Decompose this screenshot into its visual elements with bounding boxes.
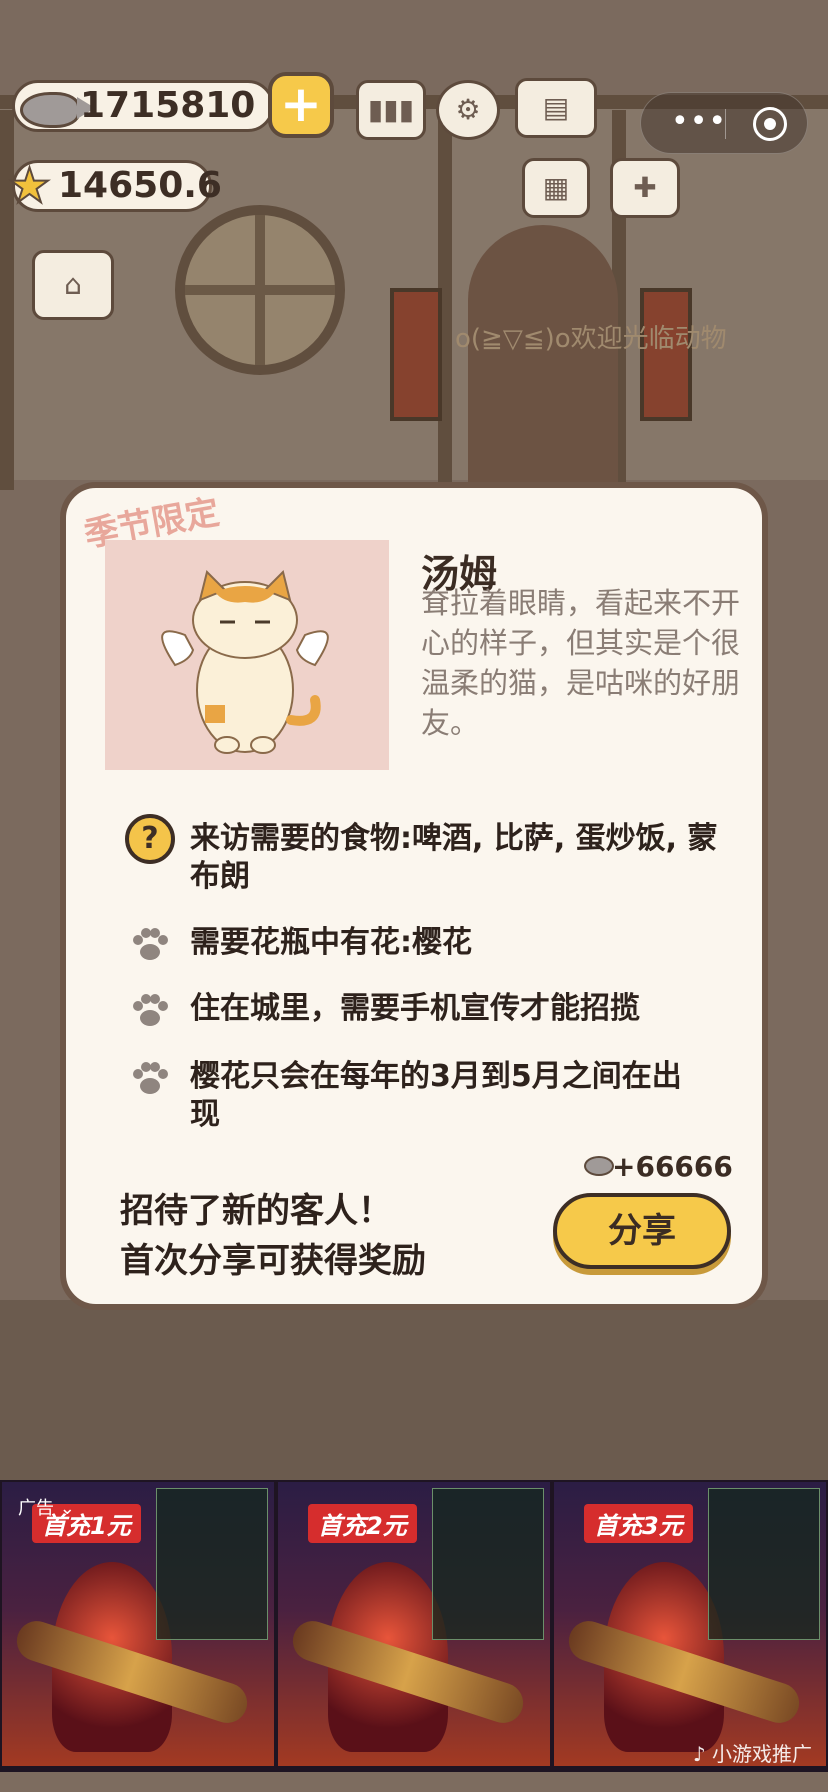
ad-source: ♪ 小游戏推广: [693, 1738, 812, 1767]
capsule-divider: [725, 109, 726, 139]
ad-badge: 首充3元: [584, 1504, 693, 1543]
cat-description: 耷拉着眼睛，看起来不开心的样子，但其实是个很温柔的猫，是咕咪的好朋友。: [421, 586, 741, 740]
settings-gear-icon[interactable]: ⚙: [436, 80, 500, 140]
fish-amount: 1715810: [80, 85, 256, 126]
ad-stats-panel: [156, 1488, 268, 1640]
share-button[interactable]: 分享: [553, 1193, 731, 1269]
chevron-down-icon: ⌄: [59, 1498, 75, 1519]
more-dots-icon[interactable]: •••: [671, 107, 727, 137]
star-amount: 14650.6: [58, 165, 222, 206]
mini-program-capsule: •••: [640, 92, 808, 154]
ad-source-text: 小游戏推广: [712, 1742, 812, 1766]
shop-icon[interactable]: ⌂: [32, 250, 114, 320]
catbook-icon[interactable]: ▤: [515, 78, 597, 138]
reward-fish-icon: [584, 1156, 614, 1176]
tiktok-icon: ♪: [692, 1742, 706, 1766]
gamepad-icon[interactable]: ✚: [610, 158, 680, 218]
condition-city: 住在城里，需要手机宣传才能招揽: [190, 991, 640, 1026]
bottom-strip: [0, 1772, 828, 1792]
share-message-title: 招待了新的客人！: [120, 1191, 392, 1231]
ad-card[interactable]: 首充1元: [2, 1482, 274, 1766]
ad-label[interactable]: 广告 ⌄: [18, 1494, 75, 1520]
paw-icon: [133, 994, 168, 1026]
target-close-icon[interactable]: [753, 107, 787, 141]
condition-vase: 需要花瓶中有花:樱花: [190, 925, 472, 960]
reward-amount: +66666: [612, 1150, 733, 1183]
condition-food: 来访需要的食物:啤酒, 比萨, 蛋炒饭, 蒙布朗: [190, 821, 718, 894]
fish-icon: [20, 92, 95, 128]
ad-card[interactable]: 首充2元: [278, 1482, 550, 1766]
question-icon: ?: [125, 814, 175, 864]
star-icon: ★: [7, 158, 52, 214]
condition-season: 樱花只会在每年的3月到5月之间在出现: [190, 1059, 682, 1132]
ad-card[interactable]: 首充3元: [554, 1482, 826, 1766]
ad-stats-panel: [432, 1488, 544, 1640]
share-message-subtitle: 首次分享可获得奖励: [120, 1241, 426, 1281]
ad-badge: 首充2元: [308, 1504, 417, 1543]
cat-illustration-icon: [161, 570, 329, 754]
ad-label-text: 广告: [18, 1498, 54, 1519]
newspaper-icon[interactable]: ▦: [522, 158, 590, 218]
ad-stats-panel: [708, 1488, 820, 1640]
add-fish-button[interactable]: +: [268, 72, 334, 138]
ranking-podium-icon[interactable]: ▮▮▮: [356, 80, 426, 140]
paw-icon: [133, 1062, 168, 1094]
cat-portrait: [105, 540, 389, 770]
paw-icon: [133, 928, 168, 960]
